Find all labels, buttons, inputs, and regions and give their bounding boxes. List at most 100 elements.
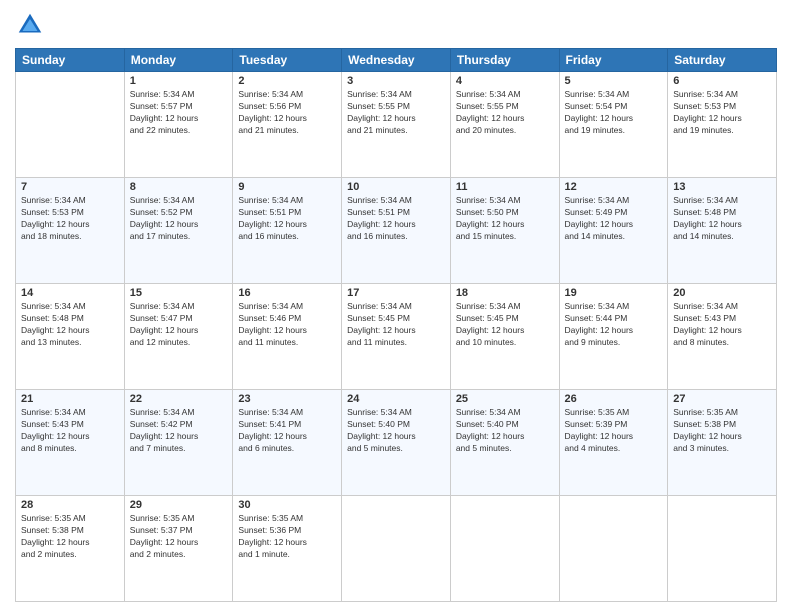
calendar-cell: 2 Sunrise: 5:34 AM Sunset: 5:56 PM Daylig… <box>233 72 342 178</box>
day-number: 16 <box>238 287 336 299</box>
day-info: Sunrise: 5:34 AM Sunset: 5:56 PM Dayligh… <box>238 89 336 137</box>
day-info: Sunrise: 5:34 AM Sunset: 5:47 PM Dayligh… <box>130 301 228 349</box>
day-number: 15 <box>130 287 228 299</box>
calendar-cell: 11 Sunrise: 5:34 AM Sunset: 5:50 PM Dayli… <box>450 178 559 284</box>
day-number: 22 <box>130 393 228 405</box>
day-number: 3 <box>347 75 445 87</box>
calendar-cell: 3 Sunrise: 5:34 AM Sunset: 5:55 PM Daylig… <box>342 72 451 178</box>
calendar-cell: 24 Sunrise: 5:34 AM Sunset: 5:40 PM Dayli… <box>342 390 451 496</box>
day-info: Sunrise: 5:34 AM Sunset: 5:40 PM Dayligh… <box>347 407 445 455</box>
day-info: Sunrise: 5:34 AM Sunset: 5:44 PM Dayligh… <box>565 301 663 349</box>
day-info: Sunrise: 5:34 AM Sunset: 5:43 PM Dayligh… <box>21 407 119 455</box>
day-number: 20 <box>673 287 771 299</box>
day-number: 9 <box>238 181 336 193</box>
calendar-cell: 27Sunrise: 5:35 AM Sunset: 5:38 PM Dayli… <box>668 390 777 496</box>
calendar-cell: 26 Sunrise: 5:35 AM Sunset: 5:39 PM Dayli… <box>559 390 668 496</box>
calendar-cell: 4 Sunrise: 5:34 AM Sunset: 5:55 PM Daylig… <box>450 72 559 178</box>
day-number: 12 <box>565 181 663 193</box>
day-info: Sunrise: 5:34 AM Sunset: 5:55 PM Dayligh… <box>347 89 445 137</box>
calendar-cell: 28 Sunrise: 5:35 AM Sunset: 5:38 PM Dayli… <box>16 496 125 602</box>
weekday-header-sunday: Sunday <box>16 49 125 72</box>
calendar-cell <box>450 496 559 602</box>
day-info: Sunrise: 5:34 AM Sunset: 5:57 PM Dayligh… <box>130 89 228 137</box>
day-info: Sunrise: 5:34 AM Sunset: 5:42 PM Dayligh… <box>130 407 228 455</box>
day-number: 17 <box>347 287 445 299</box>
weekday-header-monday: Monday <box>124 49 233 72</box>
calendar-cell: 23 Sunrise: 5:34 AM Sunset: 5:41 PM Dayli… <box>233 390 342 496</box>
day-info: Sunrise: 5:34 AM Sunset: 5:43 PM Dayligh… <box>673 301 771 349</box>
calendar-cell: 5 Sunrise: 5:34 AM Sunset: 5:54 PM Daylig… <box>559 72 668 178</box>
calendar-cell <box>559 496 668 602</box>
day-number: 5 <box>565 75 663 87</box>
logo <box>15 10 49 40</box>
day-info: Sunrise: 5:34 AM Sunset: 5:53 PM Dayligh… <box>673 89 771 137</box>
week-row-2: 7Sunrise: 5:34 AM Sunset: 5:53 PM Daylig… <box>16 178 777 284</box>
day-number: 19 <box>565 287 663 299</box>
weekday-header-thursday: Thursday <box>450 49 559 72</box>
day-info: Sunrise: 5:35 AM Sunset: 5:36 PM Dayligh… <box>238 513 336 561</box>
day-info: Sunrise: 5:34 AM Sunset: 5:50 PM Dayligh… <box>456 195 554 243</box>
day-info: Sunrise: 5:34 AM Sunset: 5:41 PM Dayligh… <box>238 407 336 455</box>
header <box>15 10 777 40</box>
calendar-cell: 18 Sunrise: 5:34 AM Sunset: 5:45 PM Dayli… <box>450 284 559 390</box>
day-info: Sunrise: 5:35 AM Sunset: 5:38 PM Dayligh… <box>21 513 119 561</box>
day-info: Sunrise: 5:34 AM Sunset: 5:55 PM Dayligh… <box>456 89 554 137</box>
day-number: 21 <box>21 393 119 405</box>
day-number: 24 <box>347 393 445 405</box>
week-row-5: 28 Sunrise: 5:35 AM Sunset: 5:38 PM Dayli… <box>16 496 777 602</box>
day-number: 2 <box>238 75 336 87</box>
day-info: Sunrise: 5:35 AM Sunset: 5:37 PM Dayligh… <box>130 513 228 561</box>
weekday-header-friday: Friday <box>559 49 668 72</box>
weekday-header-tuesday: Tuesday <box>233 49 342 72</box>
day-number: 29 <box>130 499 228 511</box>
calendar-cell <box>16 72 125 178</box>
day-number: 4 <box>456 75 554 87</box>
calendar-cell: 17 Sunrise: 5:34 AM Sunset: 5:45 PM Dayli… <box>342 284 451 390</box>
weekday-header-saturday: Saturday <box>668 49 777 72</box>
day-number: 28 <box>21 499 119 511</box>
calendar-cell: 14Sunrise: 5:34 AM Sunset: 5:48 PM Dayli… <box>16 284 125 390</box>
day-number: 18 <box>456 287 554 299</box>
calendar-cell: 20 Sunrise: 5:34 AM Sunset: 5:43 PM Dayli… <box>668 284 777 390</box>
page: SundayMondayTuesdayWednesdayThursdayFrid… <box>0 0 792 612</box>
calendar-cell <box>342 496 451 602</box>
day-info: Sunrise: 5:34 AM Sunset: 5:40 PM Dayligh… <box>456 407 554 455</box>
day-info: Sunrise: 5:34 AM Sunset: 5:48 PM Dayligh… <box>21 301 119 349</box>
weekday-header-wednesday: Wednesday <box>342 49 451 72</box>
calendar-cell: 12Sunrise: 5:34 AM Sunset: 5:49 PM Dayli… <box>559 178 668 284</box>
calendar-cell: 10 Sunrise: 5:34 AM Sunset: 5:51 PM Dayli… <box>342 178 451 284</box>
day-info: Sunrise: 5:34 AM Sunset: 5:54 PM Dayligh… <box>565 89 663 137</box>
calendar-cell: 25Sunrise: 5:34 AM Sunset: 5:40 PM Dayli… <box>450 390 559 496</box>
day-number: 11 <box>456 181 554 193</box>
calendar-cell: 1Sunrise: 5:34 AM Sunset: 5:57 PM Daylig… <box>124 72 233 178</box>
calendar-cell: 6 Sunrise: 5:34 AM Sunset: 5:53 PM Daylig… <box>668 72 777 178</box>
calendar-cell: 8Sunrise: 5:34 AM Sunset: 5:52 PM Daylig… <box>124 178 233 284</box>
day-info: Sunrise: 5:35 AM Sunset: 5:39 PM Dayligh… <box>565 407 663 455</box>
day-number: 13 <box>673 181 771 193</box>
week-row-1: 1Sunrise: 5:34 AM Sunset: 5:57 PM Daylig… <box>16 72 777 178</box>
calendar-cell: 9 Sunrise: 5:34 AM Sunset: 5:51 PM Daylig… <box>233 178 342 284</box>
day-info: Sunrise: 5:34 AM Sunset: 5:53 PM Dayligh… <box>21 195 119 243</box>
day-info: Sunrise: 5:34 AM Sunset: 5:52 PM Dayligh… <box>130 195 228 243</box>
day-info: Sunrise: 5:34 AM Sunset: 5:45 PM Dayligh… <box>347 301 445 349</box>
calendar: SundayMondayTuesdayWednesdayThursdayFrid… <box>15 48 777 602</box>
calendar-cell: 19 Sunrise: 5:34 AM Sunset: 5:44 PM Dayli… <box>559 284 668 390</box>
calendar-cell: 7Sunrise: 5:34 AM Sunset: 5:53 PM Daylig… <box>16 178 125 284</box>
day-number: 26 <box>565 393 663 405</box>
day-info: Sunrise: 5:34 AM Sunset: 5:46 PM Dayligh… <box>238 301 336 349</box>
calendar-cell: 16 Sunrise: 5:34 AM Sunset: 5:46 PM Dayli… <box>233 284 342 390</box>
day-info: Sunrise: 5:34 AM Sunset: 5:45 PM Dayligh… <box>456 301 554 349</box>
logo-icon <box>15 10 45 40</box>
week-row-4: 21 Sunrise: 5:34 AM Sunset: 5:43 PM Dayli… <box>16 390 777 496</box>
day-info: Sunrise: 5:34 AM Sunset: 5:51 PM Dayligh… <box>238 195 336 243</box>
calendar-cell: 30Sunrise: 5:35 AM Sunset: 5:36 PM Dayli… <box>233 496 342 602</box>
day-info: Sunrise: 5:34 AM Sunset: 5:51 PM Dayligh… <box>347 195 445 243</box>
day-number: 10 <box>347 181 445 193</box>
day-number: 23 <box>238 393 336 405</box>
calendar-cell: 13Sunrise: 5:34 AM Sunset: 5:48 PM Dayli… <box>668 178 777 284</box>
calendar-cell: 21 Sunrise: 5:34 AM Sunset: 5:43 PM Dayli… <box>16 390 125 496</box>
calendar-cell: 29 Sunrise: 5:35 AM Sunset: 5:37 PM Dayli… <box>124 496 233 602</box>
calendar-cell <box>668 496 777 602</box>
day-number: 6 <box>673 75 771 87</box>
week-row-3: 14Sunrise: 5:34 AM Sunset: 5:48 PM Dayli… <box>16 284 777 390</box>
